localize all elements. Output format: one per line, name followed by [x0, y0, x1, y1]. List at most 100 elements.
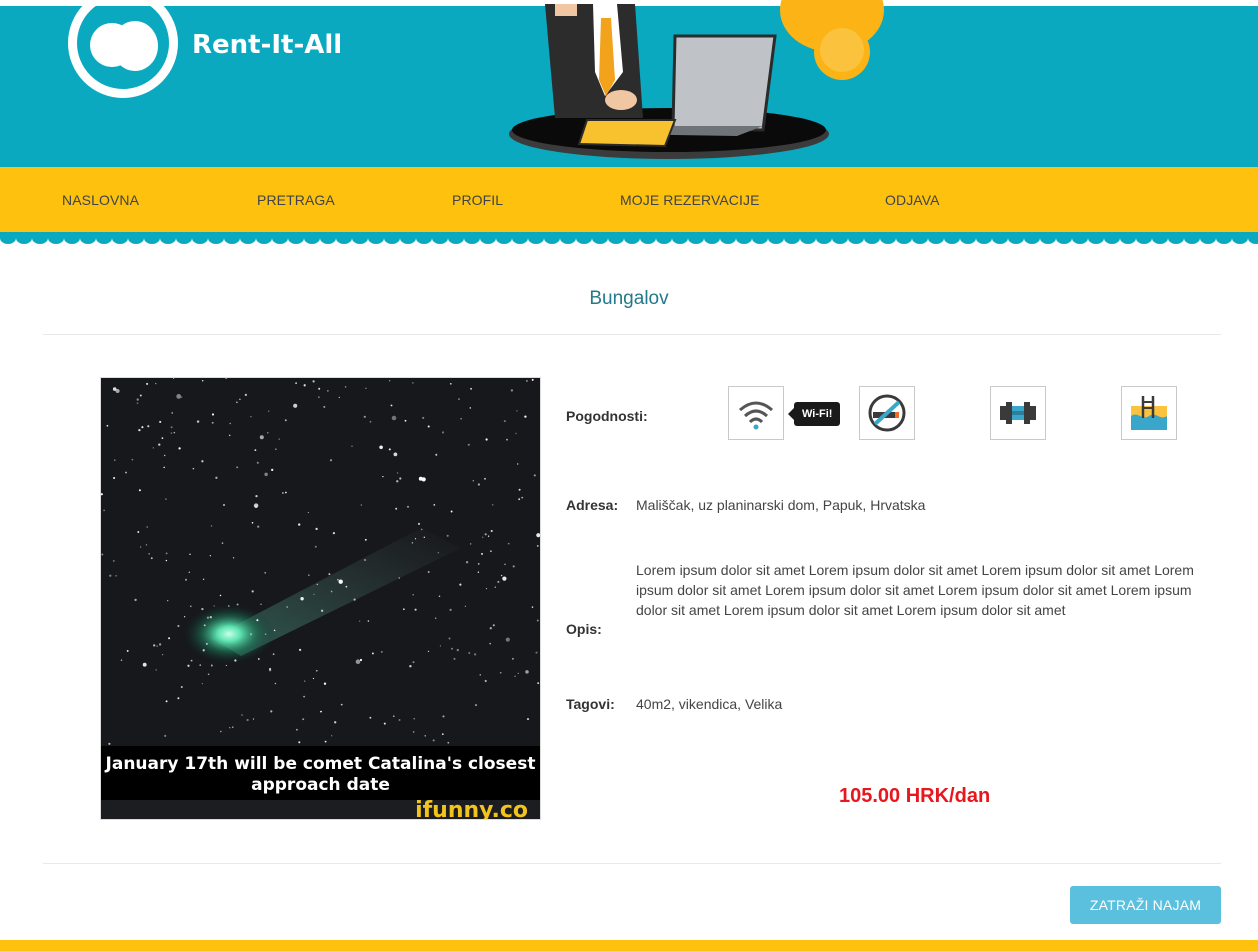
star [521, 496, 524, 499]
star [180, 396, 183, 398]
star [526, 718, 530, 721]
star [345, 585, 348, 588]
amenity-no-smoking[interactable] [859, 386, 915, 440]
star [447, 741, 450, 744]
star [369, 716, 372, 719]
star [106, 424, 109, 427]
star [536, 544, 539, 547]
star [318, 396, 320, 399]
star [282, 492, 284, 494]
star [398, 577, 401, 579]
star [491, 504, 494, 506]
nav-profil[interactable]: PROFIL [452, 192, 503, 208]
photo-caption: January 17th will be comet Catalina's cl… [101, 746, 540, 800]
star [163, 466, 165, 469]
footer-strip [0, 940, 1258, 951]
star [315, 527, 318, 531]
pool-icon [1131, 396, 1167, 430]
star [270, 710, 273, 713]
nav-naslovna[interactable]: NASLOVNA [62, 192, 139, 208]
logo-blob-right [112, 21, 158, 71]
star [434, 617, 437, 619]
request-rental-button[interactable]: ZATRAŽI NAJAM [1070, 886, 1221, 924]
wifi-icon [739, 401, 773, 430]
price: 105.00 HRK/dan [839, 785, 991, 807]
star [338, 396, 340, 399]
star [183, 616, 186, 618]
star [293, 403, 298, 408]
star [470, 387, 473, 390]
star [414, 538, 417, 540]
star [312, 380, 315, 383]
star [396, 472, 399, 474]
star [138, 428, 141, 432]
star [241, 714, 243, 716]
star [103, 509, 105, 512]
star [388, 448, 391, 451]
star [484, 679, 487, 683]
star [146, 526, 149, 528]
star [275, 448, 277, 450]
description-label: Opis: [566, 621, 602, 637]
star [484, 477, 486, 480]
star [540, 458, 541, 460]
star [264, 633, 267, 636]
star [398, 718, 401, 722]
star [448, 637, 451, 640]
star [536, 619, 539, 622]
star [380, 650, 383, 653]
address-label: Adresa: [566, 497, 619, 513]
star [286, 606, 289, 608]
star [165, 552, 168, 555]
star [482, 536, 484, 538]
gym-icon [1000, 402, 1036, 424]
amenity-wifi[interactable] [728, 386, 784, 440]
star [412, 593, 414, 596]
star [446, 534, 449, 537]
star [403, 608, 405, 611]
star [364, 538, 367, 541]
nav-moje-rezervacije[interactable]: MOJE REZERVACIJE [620, 192, 760, 208]
amenity-gym[interactable] [990, 386, 1046, 440]
star [531, 378, 534, 381]
star [278, 438, 280, 440]
tags-label: Tagovi: [566, 696, 615, 712]
page-title: Bungalov [589, 288, 669, 309]
star [165, 559, 168, 562]
star [409, 665, 412, 668]
star [303, 384, 306, 387]
star [264, 472, 268, 477]
star [177, 624, 180, 628]
star [239, 398, 241, 401]
star [388, 380, 391, 382]
star [158, 443, 161, 446]
star [285, 491, 287, 494]
star [206, 616, 210, 619]
comet-image [101, 378, 541, 748]
star [477, 571, 480, 573]
nav-pretraga[interactable]: PRETRAGA [257, 192, 335, 208]
star [316, 583, 319, 586]
star [502, 576, 507, 581]
watermark-logo: ifunny.co [415, 798, 528, 820]
star [437, 552, 439, 554]
brand-name[interactable]: Rent-It-All [192, 30, 342, 60]
nav-odjava[interactable]: ODJAVA [885, 192, 940, 208]
star [537, 682, 540, 685]
star [353, 598, 356, 601]
star [489, 627, 492, 630]
star [456, 648, 459, 652]
star [327, 390, 329, 392]
star [524, 415, 527, 418]
star [219, 594, 222, 597]
star [108, 742, 111, 745]
star [503, 420, 506, 423]
star [147, 425, 150, 428]
star [298, 741, 301, 744]
star [395, 507, 398, 510]
star [472, 479, 475, 482]
star [178, 447, 181, 450]
star [413, 718, 415, 720]
amenity-pool[interactable] [1121, 386, 1177, 440]
star [148, 553, 150, 555]
